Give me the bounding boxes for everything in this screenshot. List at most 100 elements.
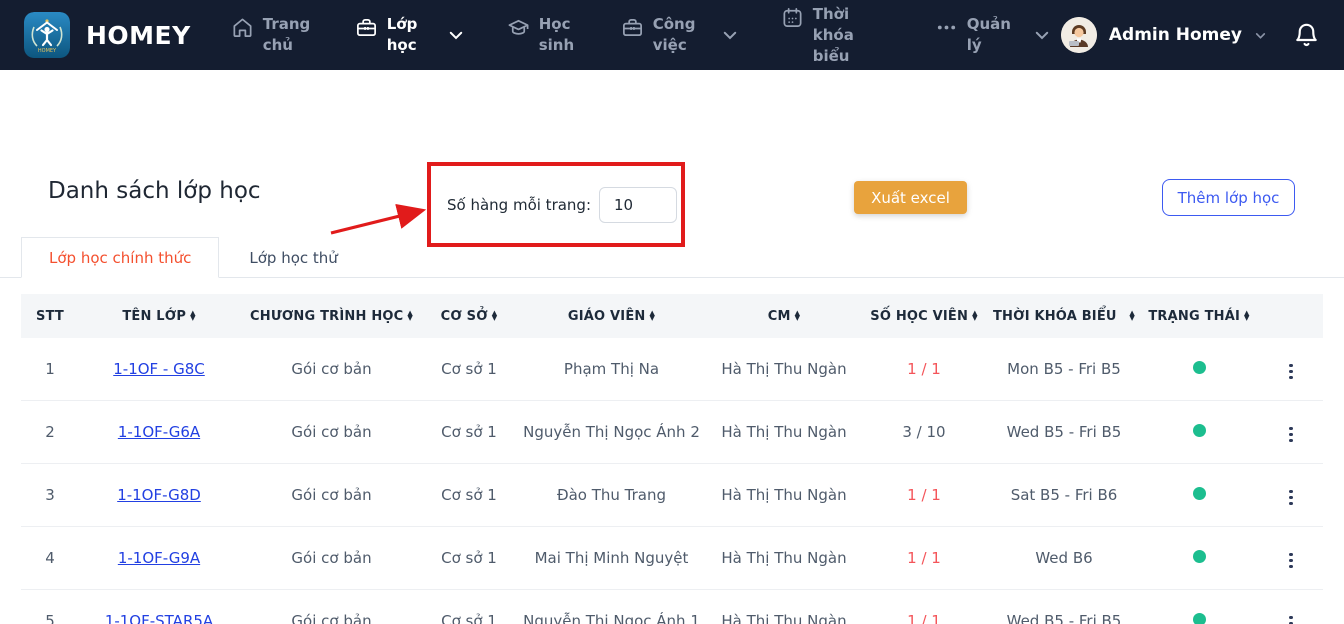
notification-bell-icon[interactable] [1293,22,1320,49]
avatar-image-icon [1061,17,1097,53]
cell-teacher: Mai Thị Minh Nguyệt [514,549,709,567]
rows-per-page-input[interactable] [599,187,677,223]
cell-stt: 1 [21,360,79,378]
row-actions-kebab-icon[interactable] [1281,358,1301,386]
export-excel-button[interactable]: Xuất excel [854,181,967,214]
cell-cm: Hà Thị Thu Ngàn [709,423,859,441]
cell-campus: Cơ sở 1 [424,486,514,504]
nav-item-hoc-sinh[interactable]: Học sinh [507,14,579,56]
nav-item-quan-ly[interactable]: Quản lý [935,14,1009,56]
nav-item-thoi-khoa-bieu[interactable]: Thời khóa biểu [781,4,893,67]
nav-label: Học sinh [539,14,579,56]
nav-label: Lớp học [387,14,423,56]
col-header-thoi-khoa-bieu[interactable]: THỜI KHÓA BIỂU ▲▼ [989,309,1139,324]
nav-label: Thời khóa biểu [813,4,893,67]
col-header-ten-lop[interactable]: TÊN LỚP▲▼ [79,309,239,324]
cell-stt: 2 [21,423,79,441]
cell-student-count: 1 / 1 [859,612,989,624]
sort-icon: ▲▼ [190,311,196,321]
svg-text:HOMEY: HOMEY [38,48,57,54]
ellipsis-icon [935,16,958,39]
row-actions-kebab-icon[interactable] [1281,610,1301,624]
main-content: Danh sách lớp học Số hàng mỗi trang: Xuấ… [0,70,1344,624]
cell-schedule: Wed B6 [989,549,1139,567]
sort-icon: ▲▼ [1244,311,1250,321]
status-active-dot [1193,424,1206,437]
table-row: 3 1-1OF-G8D Gói cơ bản Cơ sở 1 Đào Thu T… [21,464,1323,527]
table-header-row: STT TÊN LỚP▲▼ CHƯƠNG TRÌNH HỌC▲▼ CƠ SỞ▲▼… [21,294,1323,338]
cell-student-count: 3 / 10 [859,423,989,441]
cell-schedule: Sat B5 - Fri B6 [989,486,1139,504]
sort-icon: ▲▼ [795,311,801,321]
add-class-button[interactable]: Thêm lớp học [1162,179,1295,216]
row-actions-kebab-icon[interactable] [1281,547,1301,575]
cell-student-count: 1 / 1 [859,360,989,378]
tab-lop-hoc-thu[interactable]: Lớp học thử [219,237,367,278]
class-name-link[interactable]: 1-1OF-G9A [118,549,200,567]
col-header-stt: STT [21,309,79,324]
cell-teacher: Nguyễn Thị Ngọc Ánh 1 [514,612,709,624]
cell-cm: Hà Thị Thu Ngàn [709,549,859,567]
status-active-dot [1193,550,1206,563]
cell-student-count: 1 / 1 [859,549,989,567]
class-name-link[interactable]: 1-1OF-G8D [117,486,201,504]
col-header-giao-vien[interactable]: GIÁO VIÊN▲▼ [514,309,709,324]
class-name-link[interactable]: 1-1OF-G6A [118,423,200,441]
status-active-dot [1193,487,1206,500]
nav-label: Quản lý [967,14,1009,56]
row-actions-kebab-icon[interactable] [1281,484,1301,512]
cell-cm: Hà Thị Thu Ngàn [709,486,859,504]
graduation-cap-icon [507,16,530,39]
col-header-chuong-trinh-hoc[interactable]: CHƯƠNG TRÌNH HỌC▲▼ [239,309,424,324]
cell-campus: Cơ sở 1 [424,612,514,624]
chevron-down-icon[interactable] [721,26,739,44]
table-row: 1 1-1OF - G8C Gói cơ bản Cơ sở 1 Phạm Th… [21,338,1323,401]
user-area: Admin Homey [1061,17,1320,53]
cell-program: Gói cơ bản [239,612,424,624]
user-name[interactable]: Admin Homey [1109,25,1242,45]
sort-icon: ▲▼ [492,311,498,321]
cell-stt: 3 [21,486,79,504]
page-title: Danh sách lớp học [48,178,261,204]
nav-item-lop-hoc[interactable]: Lớp học [355,14,423,56]
briefcase-icon [621,16,644,39]
main-nav: Trang chủ Lớp học Học sinh Công việc [231,4,1051,67]
cell-schedule: Wed B5 - Fri B5 [989,612,1139,624]
col-header-co-so[interactable]: CƠ SỞ▲▼ [424,309,514,324]
table-row: 4 1-1OF-G9A Gói cơ bản Cơ sở 1 Mai Thị M… [21,527,1323,590]
rows-per-page-label: Số hàng mỗi trang: [447,196,591,214]
nav-item-cong-viec[interactable]: Công việc [621,14,697,56]
cell-teacher: Đào Thu Trang [514,486,709,504]
class-name-link[interactable]: 1-1OF - G8C [113,360,205,378]
sort-icon: ▲▼ [972,311,978,321]
sort-icon: ▲▼ [407,311,413,321]
nav-item-trang-chu[interactable]: Trang chủ [231,14,313,56]
class-table: STT TÊN LỚP▲▼ CHƯƠNG TRÌNH HỌC▲▼ CƠ SỞ▲▼… [21,294,1323,624]
col-header-trang-thai[interactable]: TRẠNG THÁI▲▼ [1139,309,1259,324]
sort-icon: ▲▼ [650,311,656,321]
tab-bar: Lớp học chính thức Lớp học thử [0,237,1344,278]
chevron-down-icon[interactable] [1254,29,1267,42]
row-actions-kebab-icon[interactable] [1281,421,1301,449]
table-row: 2 1-1OF-G6A Gói cơ bản Cơ sở 1 Nguyễn Th… [21,401,1323,464]
cell-schedule: Wed B5 - Fri B5 [989,423,1139,441]
tab-lop-hoc-chinh-thuc[interactable]: Lớp học chính thức [21,237,219,278]
nav-label: Trang chủ [263,14,313,56]
class-name-link[interactable]: 1-1OF-STAR5A [105,612,213,624]
cell-schedule: Mon B5 - Fri B5 [989,360,1139,378]
calendar-icon [781,6,804,29]
col-header-so-hoc-vien[interactable]: SỐ HỌC VIÊN▲▼ [859,309,989,324]
avatar[interactable] [1061,17,1097,53]
cell-campus: Cơ sở 1 [424,549,514,567]
cell-student-count: 1 / 1 [859,486,989,504]
brand[interactable]: HOMEY HOMEY [24,12,191,58]
chevron-down-icon[interactable] [1033,26,1051,44]
col-header-cm[interactable]: CM▲▼ [709,309,859,324]
status-active-dot [1193,361,1206,374]
cell-campus: Cơ sở 1 [424,360,514,378]
rows-per-page-annotation-box: Số hàng mỗi trang: [427,162,685,247]
brand-name: HOMEY [86,21,191,50]
cell-teacher: Phạm Thị Na [514,360,709,378]
briefcase-icon [355,16,378,39]
chevron-down-icon[interactable] [447,26,465,44]
